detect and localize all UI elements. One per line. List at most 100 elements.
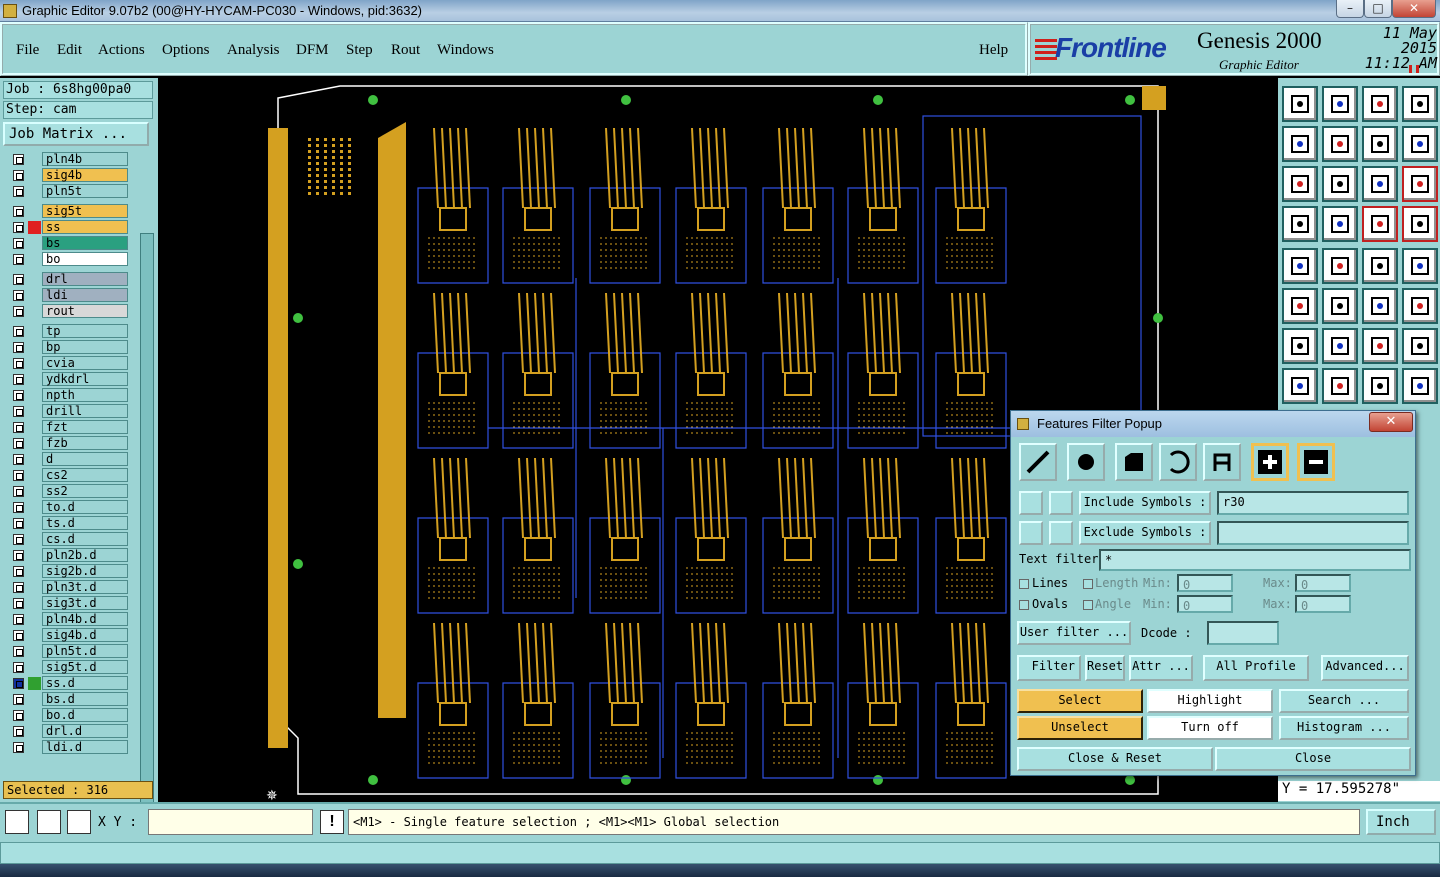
- layer-row-ts-d[interactable]: ts.d: [6, 516, 128, 530]
- layer-checkbox[interactable]: [13, 422, 24, 433]
- angle-checkbox[interactable]: [1083, 600, 1093, 610]
- layer-row-pln2b-d[interactable]: pln2b.d: [6, 548, 128, 562]
- layer-checkbox[interactable]: [13, 222, 24, 233]
- menu-options[interactable]: Options: [162, 42, 210, 59]
- pad-feature-button[interactable]: [1067, 443, 1105, 481]
- layer-name[interactable]: bs.d: [42, 692, 128, 706]
- layer-name[interactable]: d: [42, 452, 128, 466]
- layer-row-drill[interactable]: drill: [6, 404, 128, 418]
- layer-row-sig2b-d[interactable]: sig2b.d: [6, 564, 128, 578]
- exclude-pick-all-icon[interactable]: [1049, 521, 1073, 545]
- dot-button[interactable]: [1402, 248, 1438, 284]
- measure2-button[interactable]: [1402, 206, 1438, 242]
- layer-name[interactable]: bs: [42, 236, 128, 250]
- ruler-button[interactable]: [1282, 206, 1318, 242]
- layer-row-fzb[interactable]: fzb: [6, 436, 128, 450]
- layer-name[interactable]: ss: [42, 220, 128, 234]
- include-pick-icon[interactable]: [1019, 491, 1043, 515]
- layer-name[interactable]: ldi: [42, 288, 128, 302]
- user-filter-button[interactable]: User filter ...: [1017, 621, 1131, 645]
- search-button[interactable]: Search ...: [1279, 689, 1409, 713]
- layer-scrollbar[interactable]: [140, 233, 154, 853]
- angle-min-input[interactable]: 0: [1177, 595, 1233, 613]
- layer-row-bp[interactable]: bp: [6, 340, 128, 354]
- layer-row-drl[interactable]: drl: [6, 272, 128, 286]
- layer-checkbox[interactable]: [13, 598, 24, 609]
- layer-row-bs-d[interactable]: bs.d: [6, 692, 128, 706]
- all-profile-dropdown[interactable]: All Profile: [1203, 655, 1309, 681]
- angle-mode-icon[interactable]: [37, 810, 61, 834]
- layer-name[interactable]: fzb: [42, 436, 128, 450]
- layer-checkbox[interactable]: [13, 566, 24, 577]
- layer-checkbox[interactable]: [13, 694, 24, 705]
- layer-name[interactable]: pln5t.d: [42, 644, 128, 658]
- layer-row-fzt[interactable]: fzt: [6, 420, 128, 434]
- layer-name[interactable]: pln5t: [42, 184, 128, 198]
- lines-checkbox[interactable]: [1019, 579, 1029, 589]
- layer-checkbox[interactable]: [13, 238, 24, 249]
- stretch-button[interactable]: [1322, 368, 1358, 404]
- layer-name[interactable]: sig2b.d: [42, 564, 128, 578]
- layer-name[interactable]: npth: [42, 388, 128, 402]
- layer-row-drl-d[interactable]: drl.d: [6, 724, 128, 738]
- layer-row-tp[interactable]: tp: [6, 324, 128, 338]
- snap-mode-icon[interactable]: [67, 810, 91, 834]
- layer-checkbox[interactable]: [13, 630, 24, 641]
- layer-row-sig3t-d[interactable]: sig3t.d: [6, 596, 128, 610]
- exclude-symbols-input[interactable]: [1217, 521, 1409, 545]
- menu-step[interactable]: Step: [346, 42, 373, 59]
- line2-button[interactable]: [1322, 328, 1358, 364]
- menu-edit[interactable]: Edit: [57, 42, 82, 59]
- copy-button[interactable]: [1362, 368, 1398, 404]
- layer-row-cs2[interactable]: cs2: [6, 468, 128, 482]
- layer-row-cs-d[interactable]: cs.d: [6, 532, 128, 546]
- mirror-button[interactable]: [1402, 328, 1438, 364]
- grid2-button[interactable]: [1322, 206, 1358, 242]
- layer-name[interactable]: to.d: [42, 500, 128, 514]
- line-feature-button[interactable]: [1019, 443, 1057, 481]
- layer-row-to-d[interactable]: to.d: [6, 500, 128, 514]
- layer-row-d[interactable]: d: [6, 452, 128, 466]
- layer-row-ss2[interactable]: ss2: [6, 484, 128, 498]
- shape-button[interactable]: [1322, 248, 1358, 284]
- layer-checkbox[interactable]: [13, 678, 24, 689]
- layer-row-bo[interactable]: bo: [6, 252, 128, 266]
- layer-name[interactable]: pln4b.d: [42, 612, 128, 626]
- layer-name[interactable]: pln3t.d: [42, 580, 128, 594]
- help-button[interactable]: [1402, 166, 1438, 202]
- select-button[interactable]: [1282, 248, 1318, 284]
- layer-checkbox[interactable]: [13, 254, 24, 265]
- layer-checkbox[interactable]: [13, 742, 24, 753]
- window-button[interactable]: [1402, 86, 1438, 122]
- layer-row-pln4b-d[interactable]: pln4b.d: [6, 612, 128, 626]
- popup-close-button[interactable]: ✕: [1369, 412, 1413, 432]
- layer-name[interactable]: bo.d: [42, 708, 128, 722]
- job-matrix-button[interactable]: Job Matrix ...: [3, 122, 149, 146]
- positive-polarity-button[interactable]: [1251, 443, 1289, 481]
- exclude-symbols-button[interactable]: Exclude Symbols :: [1079, 521, 1211, 545]
- layer-checkbox[interactable]: [13, 502, 24, 513]
- menu-analysis[interactable]: Analysis: [227, 42, 280, 59]
- layer-name[interactable]: drill: [42, 404, 128, 418]
- exclude-pick-icon[interactable]: [1019, 521, 1043, 545]
- attr-button[interactable]: Attr ...: [1129, 655, 1193, 681]
- connect-button[interactable]: [1282, 288, 1318, 324]
- layer-checkbox[interactable]: [13, 662, 24, 673]
- dcode-input[interactable]: [1207, 621, 1279, 645]
- reset-button[interactable]: Reset: [1085, 655, 1125, 681]
- layer-checkbox[interactable]: [13, 438, 24, 449]
- menu-windows[interactable]: Windows: [437, 42, 494, 59]
- popup-close-action-button[interactable]: Close: [1215, 747, 1411, 771]
- layer-name[interactable]: sig5t.d: [42, 660, 128, 674]
- menu-actions[interactable]: Actions: [98, 42, 145, 59]
- layer-checkbox[interactable]: [13, 406, 24, 417]
- layer-checkbox[interactable]: [13, 390, 24, 401]
- layer-checkbox[interactable]: [13, 454, 24, 465]
- import-button[interactable]: [1282, 126, 1318, 162]
- histogram-button[interactable]: Histogram ...: [1279, 716, 1409, 740]
- minimize-button[interactable]: –: [1336, 0, 1364, 18]
- layer-name[interactable]: fzt: [42, 420, 128, 434]
- move-button[interactable]: [1282, 368, 1318, 404]
- layer-name[interactable]: sig4b.d: [42, 628, 128, 642]
- house-button[interactable]: [1362, 86, 1398, 122]
